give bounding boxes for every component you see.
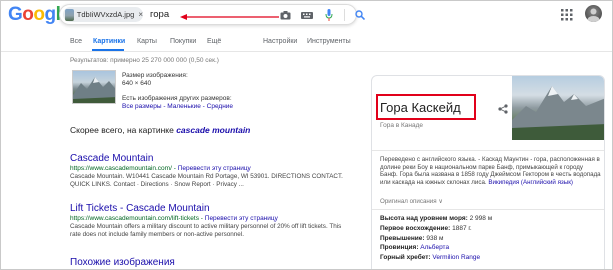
search-tabs: Все Картинки Карты Покупки Ещё Настройки… <box>1 36 612 52</box>
fact-label: Горный хребет: <box>380 254 431 262</box>
size-links[interactable]: Все размеры - Маленькие - Средние <box>122 103 233 111</box>
knowledge-panel-subtitle: Гора в Канаде <box>380 122 424 129</box>
camera-icon[interactable] <box>278 8 292 22</box>
tab-tools[interactable]: Инструменты <box>307 38 351 45</box>
fact-value: 938 м <box>426 234 444 242</box>
result-url-line: https://www.cascademountain.com/ - Перев… <box>70 165 251 172</box>
fact-label: Первое восхождение: <box>380 224 451 232</box>
fact-value: 1887 г. <box>452 224 472 232</box>
result-url-line: https://www.cascademountain.com/lift-tic… <box>70 215 278 222</box>
image-chip[interactable]: TdbIiWVxzdA.jpg × <box>63 7 143 22</box>
logo-letter: G <box>8 4 23 25</box>
divider <box>344 9 345 21</box>
result-title[interactable]: Cascade Mountain <box>70 153 350 164</box>
other-sizes-label: Есть изображения других размеров: <box>122 95 232 102</box>
wikipedia-link[interactable]: Википедия (Английский язык) <box>488 179 573 186</box>
logo-letter: g <box>44 4 57 25</box>
fact-row: Провинция: Альберта <box>380 243 492 253</box>
logo-letter: o <box>33 4 45 25</box>
similar-images-heading[interactable]: Похожие изображения <box>70 257 175 268</box>
tab-maps[interactable]: Карты <box>137 38 157 45</box>
divider <box>372 209 604 210</box>
divider <box>372 150 604 151</box>
tab-shopping[interactable]: Покупки <box>170 38 196 45</box>
apps-grid-icon[interactable] <box>561 9 573 21</box>
fact-value: 2 998 м <box>469 215 493 222</box>
search-icon[interactable] <box>353 8 367 22</box>
query-image-thumbnail[interactable] <box>72 70 116 104</box>
result-snippet: Cascade Mountain offers a military disco… <box>70 223 342 238</box>
fact-row: Первое восхождение: 1887 г. <box>380 224 492 234</box>
knowledge-panel-description: Переведено с английского языка. - Каскад… <box>380 156 602 186</box>
image-size-label: Размер изображения: <box>122 72 188 79</box>
share-icon[interactable] <box>498 104 508 114</box>
search-result: Lift Tickets - Cascade Mountain https://… <box>70 203 350 239</box>
active-tab-indicator <box>92 49 124 51</box>
search-result: Cascade Mountain https://www.cascademoun… <box>70 153 350 189</box>
annotation-arrow <box>180 14 279 20</box>
search-input[interactable]: гора <box>150 9 169 20</box>
search-box-icons <box>278 8 367 22</box>
fact-row: Горный хребет: Vermilion Range <box>380 253 492 263</box>
knowledge-panel: Гора Каскейд Гора в Канаде Переведено с … <box>371 75 605 269</box>
image-size-value: 640 × 640 <box>122 80 152 87</box>
fact-label: Провинция: <box>380 244 419 252</box>
knowledge-panel-facts: Высота над уровнем моря: 2 998 м Первое … <box>380 214 492 263</box>
result-snippet: Cascade Mountain. W10441 Cascade Mountai… <box>70 173 343 188</box>
header: Google TdbIiWVxzdA.jpg × гора <box>1 1 612 32</box>
annotation-highlight-box <box>376 94 476 120</box>
chip-thumbnail <box>65 8 74 21</box>
fact-link[interactable]: Vermilion Range <box>432 254 480 261</box>
fact-row: Превышение: 938 м <box>380 234 492 244</box>
chip-filename: TdbIiWVxzdA.jpg <box>76 10 135 19</box>
result-stats: Результатов: примерно 25 270 000 000 (0,… <box>70 57 219 64</box>
result-title[interactable]: Lift Tickets - Cascade Mountain <box>70 203 350 214</box>
translate-link[interactable]: Перевести эту страницу <box>178 165 251 172</box>
result-url: https://www.cascademountain.com/lift-tic… <box>70 215 199 222</box>
tab-more[interactable]: Ещё <box>207 38 221 45</box>
avatar[interactable] <box>585 5 602 22</box>
best-guess-link[interactable]: cascade mountain <box>176 125 250 135</box>
fact-link[interactable]: Альберта <box>420 244 449 251</box>
logo-letter: o <box>22 4 34 25</box>
keyboard-icon[interactable] <box>300 8 314 22</box>
browser-frame: Google TdbIiWVxzdA.jpg × гора <box>0 0 613 270</box>
search-box[interactable]: TdbIiWVxzdA.jpg × гора <box>59 4 365 25</box>
chip-close-icon[interactable]: × <box>138 10 143 19</box>
tab-all[interactable]: Все <box>70 38 82 45</box>
tab-images[interactable]: Картинки <box>93 38 125 45</box>
best-guess-prefix: Скорее всего, на картинке <box>70 125 174 135</box>
knowledge-panel-photo[interactable] <box>512 76 604 140</box>
result-url: https://www.cascademountain.com/ <box>70 165 172 172</box>
original-description-toggle[interactable]: Оригинал описания ∨ <box>380 198 443 205</box>
fact-label: Превышение: <box>380 234 425 242</box>
image-info: Размер изображения: 640 × 640 Есть изобр… <box>122 72 233 111</box>
microphone-icon[interactable] <box>322 8 336 22</box>
best-guess: Скорее всего, на картинке cascade mounta… <box>70 125 250 135</box>
fact-row: Высота над уровнем моря: 2 998 м <box>380 214 492 224</box>
fact-label: Высота над уровнем моря: <box>380 215 468 222</box>
translate-link[interactable]: Перевести эту страницу <box>205 215 278 222</box>
tab-settings[interactable]: Настройки <box>263 38 297 45</box>
